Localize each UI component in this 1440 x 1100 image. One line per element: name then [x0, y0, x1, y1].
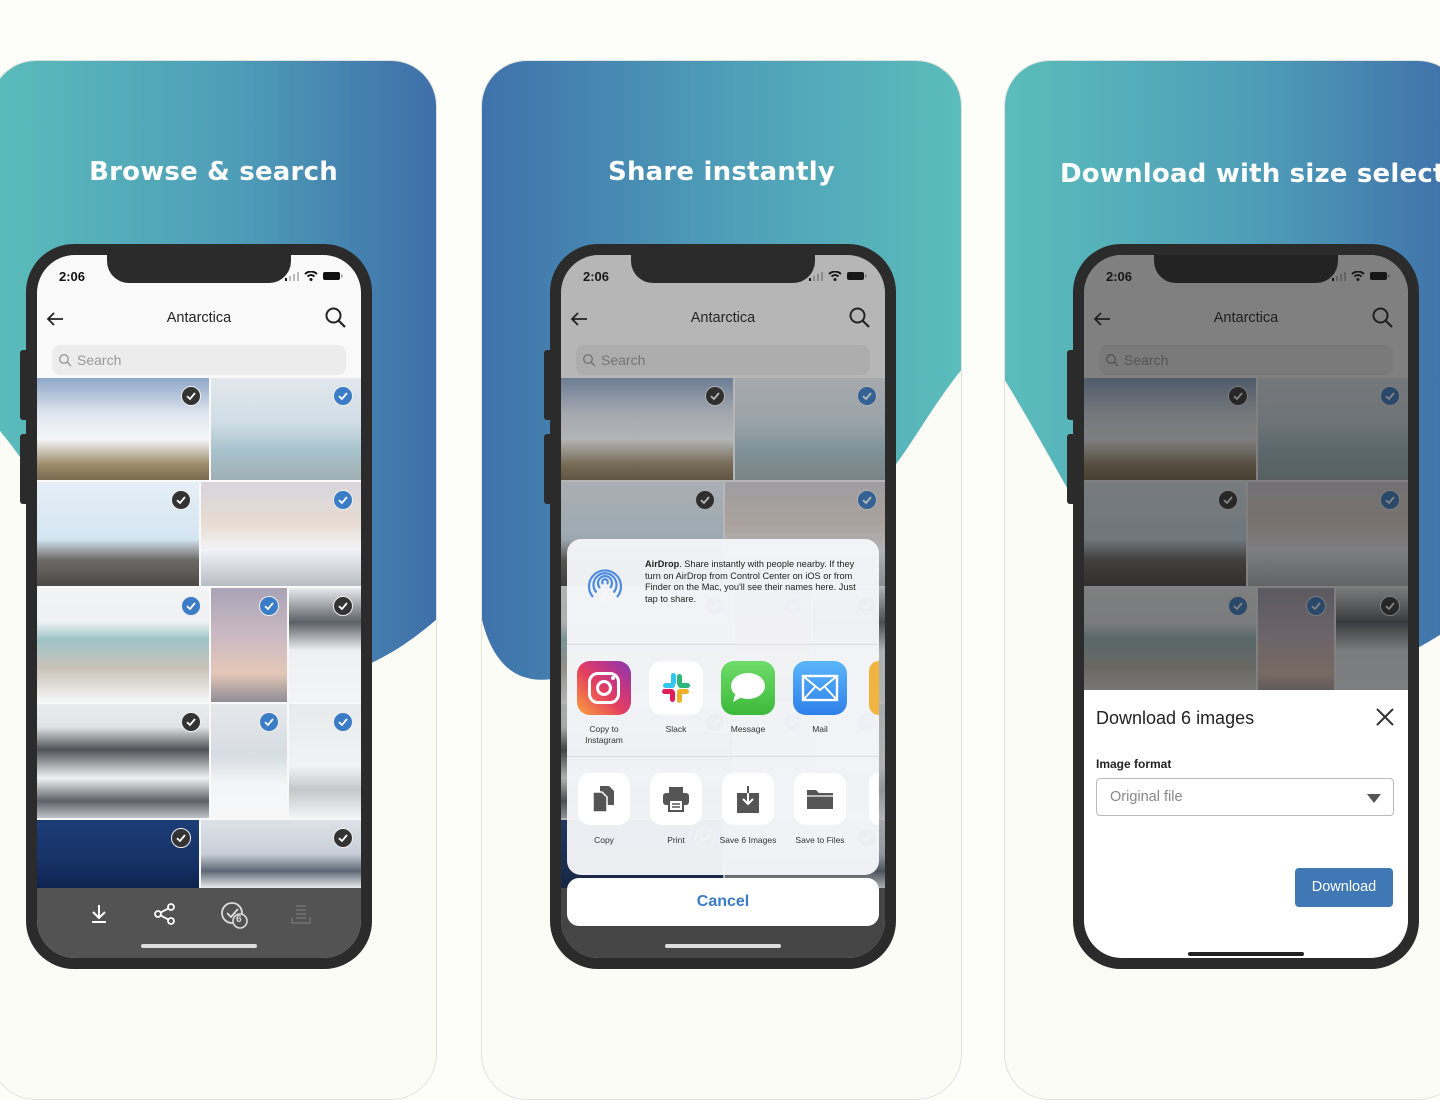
format-select-value: Original file	[1110, 789, 1183, 805]
share-icon[interactable]	[151, 900, 179, 928]
photo-thumbnail[interactable]	[289, 704, 361, 818]
action-label: Print	[667, 835, 685, 845]
selected-check-icon[interactable]	[181, 596, 201, 616]
save-images-icon	[737, 786, 759, 813]
mail-icon	[793, 661, 847, 715]
phone-mockup-share: 2:06 Antarctica Search AirDrop. Share in…	[544, 244, 896, 969]
selection-count-button[interactable]: 6	[219, 900, 251, 932]
action-copy[interactable]: Copy	[575, 773, 633, 846]
selected-check-icon[interactable]	[259, 596, 279, 616]
list-icon[interactable]	[287, 900, 315, 928]
status-time: 2:06	[59, 269, 86, 284]
photo-thumbnail[interactable]	[37, 482, 199, 586]
selection-count-badge: 6	[236, 914, 242, 925]
airdrop-icon	[587, 569, 623, 601]
search-placeholder: Search	[77, 352, 122, 368]
more-action-icon[interactable]	[869, 773, 879, 825]
search-small-icon	[58, 353, 72, 367]
slack-icon	[649, 661, 703, 715]
format-label: Image format	[1096, 757, 1172, 771]
notch	[107, 255, 291, 283]
action-print[interactable]: Print	[647, 773, 705, 846]
share-app-message[interactable]: Message	[719, 661, 777, 735]
share-app-label: Copy to Instagram	[585, 724, 623, 745]
action-label: Copy	[594, 835, 614, 845]
share-sheet: AirDrop. Share instantly with people nea…	[567, 539, 879, 875]
phone-screen: 2:06 Antarctica Search AirDrop. Share in…	[561, 255, 885, 958]
wifi-icon	[304, 271, 318, 281]
photo-thumbnail[interactable]	[37, 820, 199, 888]
phone-mockup-download: 2:06 Antarctica Search Download 6 images…	[1067, 244, 1419, 969]
card-heading: Download with size selection	[1060, 159, 1440, 189]
dialog-title: Download 6 images	[1096, 708, 1255, 728]
instagram-icon	[577, 661, 631, 715]
download-button[interactable]: Download	[1295, 868, 1393, 907]
download-icon[interactable]	[85, 900, 113, 928]
chevron-down-icon	[1367, 794, 1381, 803]
nav-bar: Antarctica	[37, 301, 361, 337]
bottom-toolbar: 6	[37, 888, 361, 958]
share-app-label: Message	[730, 724, 766, 734]
action-save-images[interactable]: Save 6 Images	[719, 773, 777, 846]
more-app-icon[interactable]	[869, 661, 879, 715]
action-label: Save to Files	[795, 835, 845, 845]
share-app-instagram[interactable]: Copy to Instagram	[575, 661, 633, 745]
home-indicator	[141, 944, 257, 948]
search-input[interactable]: Search	[52, 345, 346, 375]
action-save-to-files[interactable]: Save to Files	[791, 773, 849, 846]
format-select[interactable]: Original file	[1096, 778, 1394, 816]
phone-screen: 2:06 Antarctica Search Download 6 images…	[1084, 255, 1408, 958]
photo-grid	[37, 378, 361, 888]
photo-thumbnail[interactable]	[211, 704, 287, 818]
share-app-mail[interactable]: Mail	[791, 661, 849, 735]
home-indicator	[1188, 952, 1304, 956]
share-apps-row: Copy to Instagram Slack Message Mail	[567, 645, 879, 757]
selected-check-icon[interactable]	[333, 596, 353, 616]
selected-check-icon[interactable]	[181, 712, 201, 732]
selected-check-icon[interactable]	[259, 712, 279, 732]
selected-check-icon[interactable]	[333, 490, 353, 510]
copy-icon	[592, 786, 614, 813]
photo-thumbnail[interactable]	[201, 820, 361, 888]
cancel-button[interactable]: Cancel	[567, 878, 879, 926]
selected-check-icon[interactable]	[171, 490, 191, 510]
photo-thumbnail[interactable]	[37, 588, 209, 702]
download-dialog: Download 6 images Image format Original …	[1084, 690, 1408, 958]
card-heading: Share instantly	[608, 157, 835, 187]
photo-thumbnail[interactable]	[37, 704, 209, 818]
airdrop-description: AirDrop. Share instantly with people nea…	[645, 559, 869, 605]
battery-icon	[323, 272, 343, 280]
selected-check-icon[interactable]	[171, 828, 191, 848]
selected-check-icon[interactable]	[333, 828, 353, 848]
selected-check-icon[interactable]	[333, 386, 353, 406]
photo-thumbnail[interactable]	[211, 588, 287, 702]
photo-thumbnail[interactable]	[289, 588, 361, 702]
action-label: Save 6 Images	[719, 835, 777, 845]
card-heading: Browse & search	[89, 157, 338, 187]
airdrop-section[interactable]: AirDrop. Share instantly with people nea…	[567, 539, 879, 645]
photo-thumbnail[interactable]	[211, 378, 361, 480]
print-icon	[663, 787, 689, 812]
search-icon[interactable]	[323, 305, 349, 331]
photo-thumbnail[interactable]	[201, 482, 361, 586]
folder-icon	[807, 790, 833, 809]
photo-thumbnail[interactable]	[37, 378, 209, 480]
selected-check-icon[interactable]	[181, 386, 201, 406]
phone-screen: 2:06 Antarctica Search 6	[37, 255, 361, 958]
share-app-label: Slack	[665, 724, 687, 734]
check-circle-icon	[221, 902, 248, 929]
share-app-label: Mail	[812, 724, 828, 734]
home-indicator	[665, 944, 781, 948]
nav-title: Antarctica	[166, 310, 232, 326]
message-icon	[721, 661, 775, 715]
close-icon[interactable]	[1374, 706, 1396, 728]
airdrop-title: AirDrop	[645, 559, 680, 569]
share-app-slack[interactable]: Slack	[647, 661, 705, 735]
share-actions-row: Copy Print Save 6 Images Save to Files	[567, 757, 879, 875]
selected-check-icon[interactable]	[333, 712, 353, 732]
phone-mockup-browse: 2:06 Antarctica Search 6	[20, 244, 372, 969]
